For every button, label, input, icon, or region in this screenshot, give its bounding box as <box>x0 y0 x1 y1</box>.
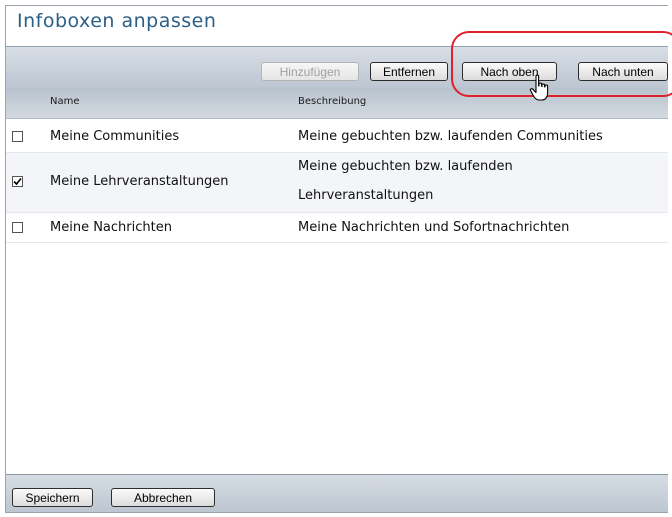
row-description: Meine Nachrichten und Sofortnachrichten <box>298 220 570 235</box>
check-icon <box>13 177 22 186</box>
row-name: Meine Lehrveranstaltungen <box>50 174 229 189</box>
table-row[interactable]: Meine Communities Meine gebuchten bzw. l… <box>6 122 668 153</box>
checkbox-icon[interactable] <box>12 176 23 187</box>
page-title: Infoboxen anpassen <box>17 10 217 32</box>
checkbox-icon[interactable] <box>12 222 23 233</box>
add-button[interactable]: Hinzufügen <box>261 62 359 81</box>
column-header-name[interactable]: Name <box>50 96 80 107</box>
remove-button[interactable]: Entfernen <box>370 62 448 81</box>
row-name: Meine Nachrichten <box>50 220 172 235</box>
table-row[interactable]: Meine Lehrveranstaltungen Meine gebuchte… <box>6 153 668 213</box>
table-row[interactable]: Meine Nachrichten Meine Nachrichten und … <box>6 213 668 243</box>
column-header-description[interactable]: Beschreibung <box>298 96 366 107</box>
row-description: Meine gebuchten bzw. laufenden Communiti… <box>298 129 603 144</box>
hand-pointer-icon <box>529 74 549 101</box>
row-name: Meine Communities <box>50 129 180 144</box>
highlight-circle <box>451 31 672 97</box>
row-description-continued: Lehrveranstaltungen <box>298 188 434 203</box>
cancel-button[interactable]: Abbrechen <box>111 488 215 507</box>
save-button[interactable]: Speichern <box>12 488 93 507</box>
row-description: Meine gebuchten bzw. laufenden <box>298 159 513 174</box>
checkbox-icon[interactable] <box>12 131 23 142</box>
footer-bar: Speichern Abbrechen <box>6 474 668 512</box>
